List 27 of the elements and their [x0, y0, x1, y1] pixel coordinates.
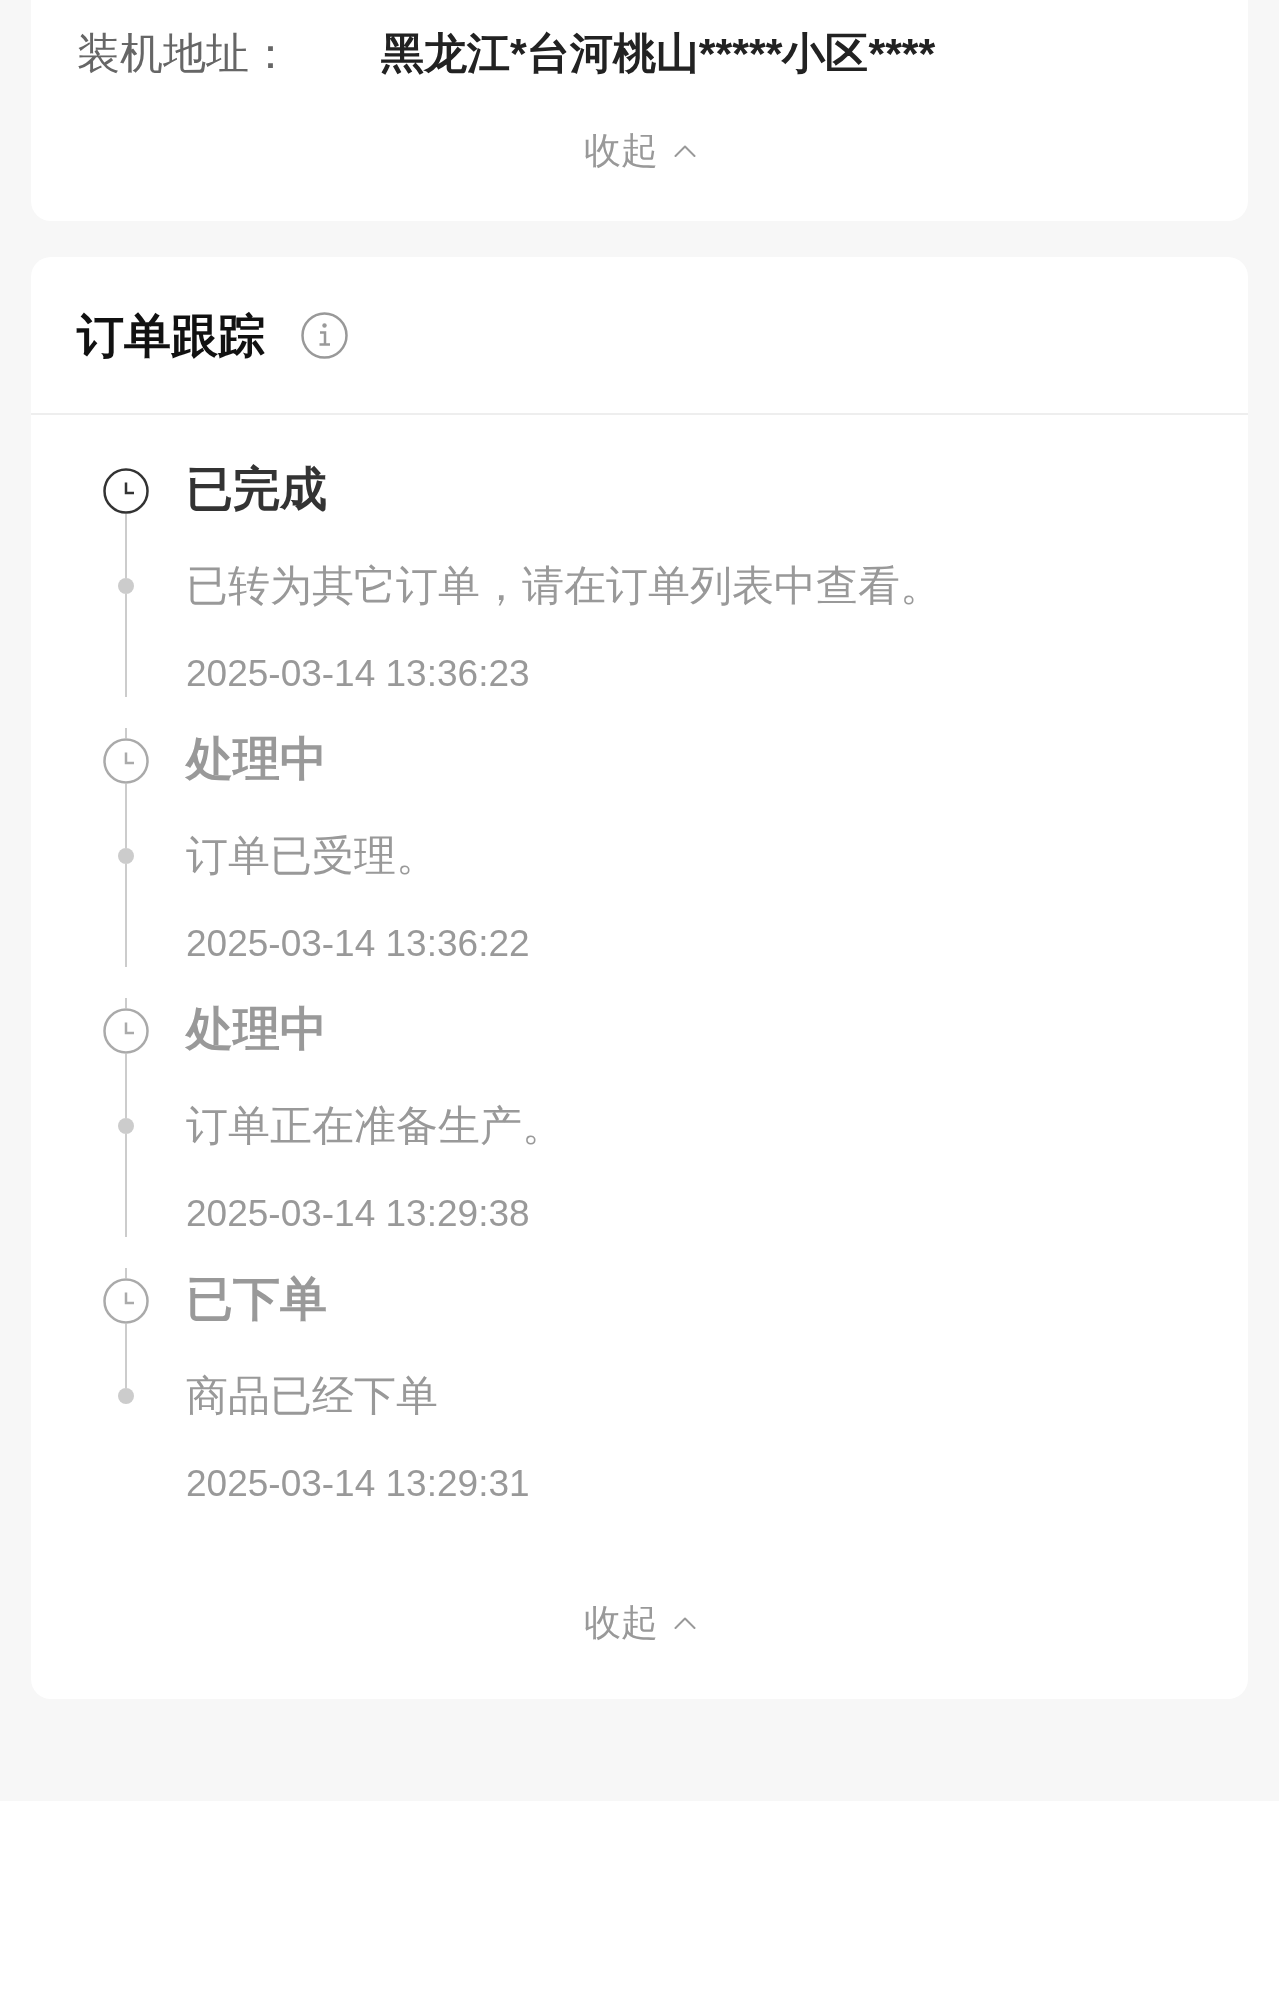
- event-time: 2025-03-14 13:36:22: [186, 921, 530, 966]
- status-title: 已下单: [186, 1270, 327, 1327]
- collapse-button[interactable]: 收起: [583, 1597, 696, 1647]
- chevron-up-icon: [673, 1615, 696, 1629]
- timeline-connector: [125, 728, 127, 738]
- status-title: 处理中: [186, 1000, 327, 1057]
- event-time: 2025-03-14 13:36:23: [186, 651, 530, 696]
- status-title: 已完成: [186, 460, 327, 517]
- timeline-connector: [125, 998, 127, 1008]
- event-description: 已转为其它订单，请在订单列表中查看。: [186, 561, 942, 611]
- status-title: 处理中: [186, 730, 327, 787]
- info-icon: [301, 311, 348, 359]
- timeline-connector: [125, 784, 127, 848]
- address-value: 黑龙江*台河桃山*****小区****: [381, 31, 936, 75]
- event-description: 订单已受理。: [186, 831, 438, 881]
- event-time: 2025-03-14 13:29:38: [186, 1191, 530, 1236]
- collapse-button[interactable]: 收起: [583, 125, 696, 175]
- timeline-connector: [125, 514, 127, 578]
- timeline-connector: [125, 1324, 127, 1388]
- event-time: 2025-03-14 13:29:31: [186, 1461, 530, 1506]
- timeline-connector: [125, 1268, 127, 1278]
- event-description: 订单正在准备生产。: [186, 1101, 564, 1151]
- event-description: 商品已经下单: [186, 1371, 438, 1421]
- timeline-connector: [125, 1054, 127, 1118]
- section-title: 订单跟踪: [77, 311, 265, 359]
- address-label: 装机地址：: [77, 31, 293, 75]
- chevron-up-icon: [673, 143, 696, 157]
